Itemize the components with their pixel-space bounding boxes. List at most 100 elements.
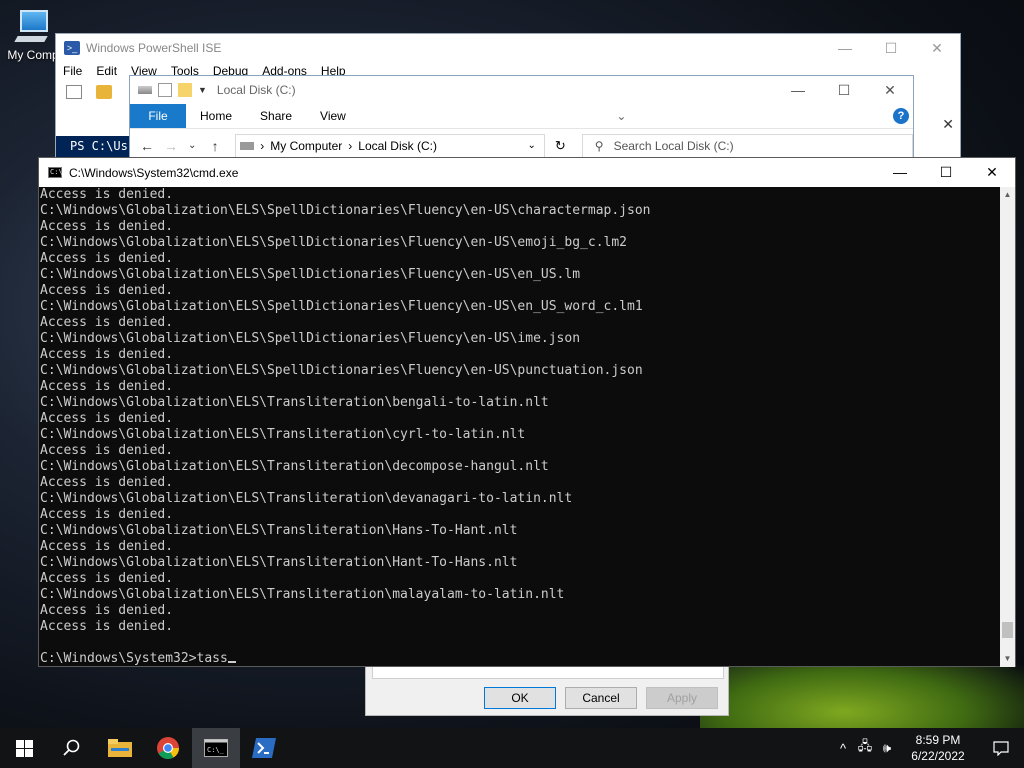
console-line: C:\Windows\Globalization\ELS\Translitera… (40, 523, 518, 538)
console-line: Access is denied. (40, 443, 174, 458)
ise-title-bar[interactable]: >_ Windows PowerShell ISE — ☐ ✕ (56, 34, 960, 62)
console-line: C:\Windows\Globalization\ELS\SpellDictio… (40, 363, 643, 378)
refresh-icon[interactable]: ↻ (555, 138, 566, 154)
powershell-ise-icon (252, 738, 276, 758)
clock-date: 6/22/2022 (911, 749, 965, 763)
cmd-close-button[interactable]: ✕ (969, 164, 1015, 181)
console-output[interactable]: Access is denied. C:\Windows\Globalizatio… (39, 187, 1001, 667)
taskbar-powershell-ise[interactable] (240, 728, 288, 768)
taskbar-file-explorer[interactable] (96, 728, 144, 768)
windows-logo-icon (15, 739, 33, 757)
taskbar-chrome[interactable] (144, 728, 192, 768)
console-line: C:\Windows\Globalization\ELS\SpellDictio… (40, 267, 581, 282)
network-icon[interactable]: 🖧 (854, 737, 876, 759)
explorer-title-bar[interactable]: ▼ Local Disk (C:) — ☐ ✕ (130, 76, 913, 104)
console-line: Access is denied. (40, 379, 174, 394)
console-line: C:\Windows\System32>tass (40, 651, 1001, 667)
cmd-icon: C:\_ (204, 739, 228, 757)
ok-button[interactable]: OK (484, 687, 556, 709)
computer-icon (14, 8, 50, 44)
explorer-ribbon: File Home Share View ⌄ ? (130, 104, 913, 128)
drive-icon (138, 86, 152, 94)
explorer-title: Local Disk (C:) (216, 83, 296, 97)
recent-locations-chevron-icon[interactable]: ⌄ (188, 140, 202, 151)
clock-time: 8:59 PM (915, 733, 961, 747)
cmd-window[interactable]: C:\ C:\Windows\System32\cmd.exe — ☐ ✕ Ac… (38, 157, 1016, 667)
quick-access-dropdown-icon[interactable]: ▼ (198, 85, 207, 95)
console-line: C:\Windows\Globalization\ELS\SpellDictio… (40, 235, 627, 250)
console-line: C:\Windows\Globalization\ELS\Translitera… (40, 427, 526, 442)
scroll-up-arrow-icon[interactable]: ▲ (1000, 187, 1015, 203)
open-folder-icon[interactable] (96, 85, 112, 99)
console-line: Access is denied. (40, 619, 174, 634)
breadcrumb-separator-icon[interactable]: › (348, 139, 352, 153)
ise-close-button[interactable]: ✕ (914, 40, 960, 57)
console-line: C:\Windows\Globalization\ELS\SpellDictio… (40, 331, 581, 346)
console-line: C:\Windows\Globalization\ELS\SpellDictio… (40, 299, 643, 314)
powershell-ise-icon: >_ (64, 41, 80, 55)
console-line: C:\Windows\Globalization\ELS\Translitera… (40, 491, 573, 506)
new-folder-icon[interactable] (178, 83, 192, 97)
help-icon[interactable]: ? (893, 108, 909, 124)
ise-pane-close-icon[interactable]: ✕ (942, 116, 954, 133)
breadcrumb-separator-icon[interactable]: › (260, 139, 264, 153)
search-input[interactable]: ⚲ Search Local Disk (C:) (581, 133, 913, 158)
ise-maximize-button[interactable]: ☐ (868, 40, 914, 57)
forward-arrow-icon[interactable]: → (164, 138, 178, 154)
system-tray: ^ 🖧 🕪 8:59 PM 6/22/2022 (832, 728, 1024, 768)
breadcrumb-my-computer[interactable]: My Computer (270, 139, 342, 153)
explorer-minimize-button[interactable]: — (775, 82, 821, 99)
console-line: C:\Windows\Globalization\ELS\Translitera… (40, 587, 565, 602)
console-line: Access is denied. (40, 315, 174, 330)
cmd-vertical-scrollbar[interactable]: ▲ ▼ (1000, 187, 1015, 667)
start-button[interactable] (0, 728, 48, 768)
cmd-icon: C:\ (48, 167, 63, 178)
console-line: Access is denied. (40, 507, 174, 522)
drive-breadcrumb-icon (240, 141, 255, 150)
ise-menu-edit[interactable]: Edit (96, 64, 117, 78)
scroll-down-arrow-icon[interactable]: ▼ (1000, 651, 1015, 667)
properties-dialog[interactable]: OK Cancel Apply (365, 664, 729, 716)
ribbon-tab-view[interactable]: View (306, 109, 360, 123)
apply-button[interactable]: Apply (646, 687, 718, 709)
clock[interactable]: 8:59 PM 6/22/2022 (898, 732, 978, 764)
svg-text:C:\_: C:\_ (207, 746, 225, 754)
volume-icon[interactable]: 🕪 (876, 740, 898, 756)
scroll-thumb[interactable] (1002, 622, 1013, 638)
address-bar[interactable]: › My Computer › Local Disk (C:) ⌄ (235, 133, 545, 158)
search-button[interactable] (48, 728, 96, 768)
cmd-minimize-button[interactable]: — (877, 164, 923, 181)
new-file-icon[interactable] (66, 85, 82, 99)
action-center-button[interactable] (978, 740, 1024, 756)
ise-title: Windows PowerShell ISE (86, 41, 222, 55)
quick-access-toolbar: ▼ (138, 83, 207, 97)
chrome-icon (157, 737, 179, 759)
ribbon-tab-share[interactable]: Share (246, 109, 306, 123)
breadcrumb-local-disk[interactable]: Local Disk (C:) (358, 139, 437, 153)
console-line: C:\Windows\Globalization\ELS\Translitera… (40, 395, 549, 410)
ise-menu-file[interactable]: File (63, 64, 82, 78)
ribbon-tab-file[interactable]: File (130, 104, 186, 128)
up-arrow-icon[interactable]: ↑ (212, 138, 226, 154)
search-placeholder: Search Local Disk (C:) (613, 138, 734, 153)
taskbar-cmd[interactable]: C:\_ (192, 728, 240, 768)
back-arrow-icon[interactable]: ← (140, 138, 154, 154)
cancel-button[interactable]: Cancel (565, 687, 637, 709)
ribbon-tab-home[interactable]: Home (186, 109, 246, 123)
cmd-maximize-button[interactable]: ☐ (923, 164, 969, 181)
explorer-maximize-button[interactable]: ☐ (821, 82, 867, 99)
ribbon-expand-chevron-icon[interactable]: ⌄ (616, 109, 626, 123)
file-explorer-icon (108, 739, 132, 757)
console-line: Access is denied. (40, 251, 174, 266)
show-hidden-icons-chevron-icon[interactable]: ^ (832, 741, 854, 756)
taskbar: C:\_ ^ 🖧 🕪 8:59 PM 6/22/2022 (0, 728, 1024, 768)
ise-minimize-button[interactable]: — (822, 40, 868, 57)
address-dropdown-icon[interactable]: ⌄ (527, 140, 535, 151)
properties-icon[interactable] (158, 83, 172, 97)
cmd-title-bar[interactable]: C:\ C:\Windows\System32\cmd.exe — ☐ ✕ (39, 158, 1015, 187)
console-line: C:\Windows\Globalization\ELS\Translitera… (40, 555, 518, 570)
console-line: Access is denied. (40, 219, 174, 234)
cmd-title: C:\Windows\System32\cmd.exe (69, 165, 239, 180)
explorer-close-button[interactable]: ✕ (867, 82, 913, 99)
